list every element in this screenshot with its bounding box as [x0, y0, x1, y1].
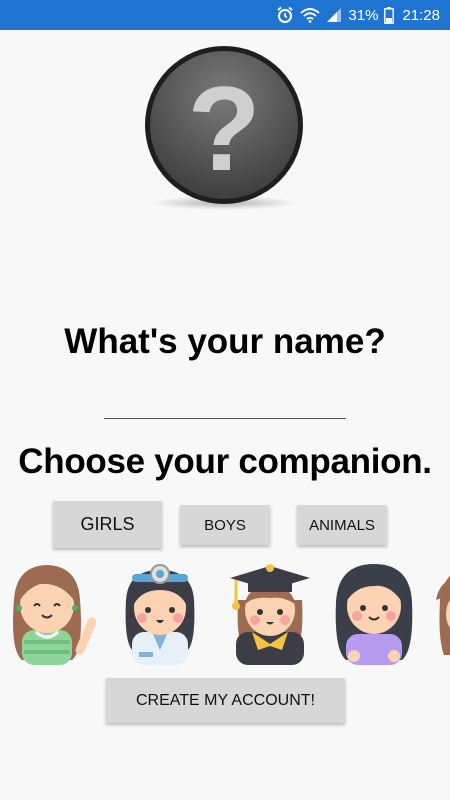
girl-doctor-icon[interactable]	[112, 560, 208, 665]
clock-time: 21:28	[402, 6, 440, 24]
tab-animals[interactable]: ANIMALS	[297, 505, 387, 545]
svg-text:?: ?	[187, 62, 260, 196]
girl-graduate-icon[interactable]	[222, 560, 318, 665]
companion-heading: Choose your companion.	[18, 442, 432, 481]
girl-green-dress-icon[interactable]	[0, 560, 96, 665]
status-bar: 31% 21:28	[0, 0, 450, 30]
girl-partial-icon[interactable]	[430, 560, 450, 665]
name-heading: What's your name?	[64, 322, 386, 361]
question-mark-icon: ?	[145, 46, 303, 204]
avatar[interactable]: ?	[143, 44, 305, 214]
wifi-icon	[300, 8, 321, 23]
girl-purple-shirt-icon[interactable]	[326, 560, 422, 665]
battery-percent: 31%	[348, 6, 379, 24]
battery-icon	[384, 6, 395, 24]
tab-girls[interactable]: GIRLS	[53, 501, 162, 548]
companion-carousel[interactable]	[0, 560, 450, 665]
alarm-icon	[277, 6, 293, 23]
name-input[interactable]	[104, 393, 346, 419]
tab-boys[interactable]: BOYS	[180, 505, 270, 545]
create-account-button[interactable]: CREATE MY ACCOUNT!	[106, 678, 345, 723]
signal-icon	[327, 8, 342, 22]
